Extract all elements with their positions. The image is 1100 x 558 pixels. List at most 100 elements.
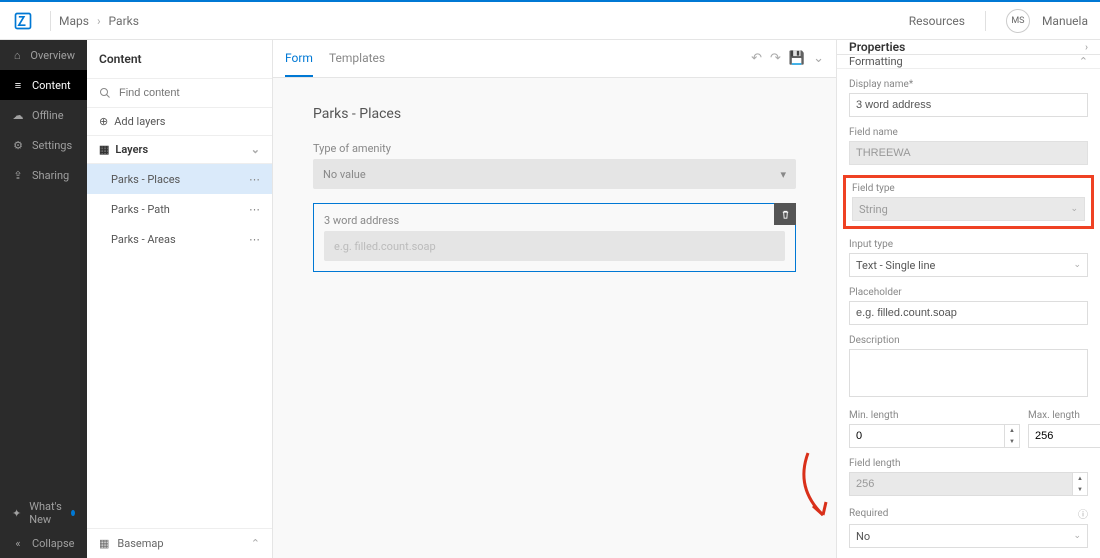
prop-label: Input type bbox=[849, 239, 1088, 250]
max-length-stepper[interactable]: ▲▼ bbox=[1028, 424, 1100, 448]
field-type-select: String ⌄ bbox=[852, 197, 1085, 221]
placeholder-input[interactable] bbox=[849, 301, 1088, 325]
user-avatar[interactable]: MS bbox=[1006, 9, 1030, 33]
nav-sharing[interactable]: ⇪ Sharing bbox=[0, 160, 87, 190]
prop-label: Required ⓘ bbox=[849, 506, 1088, 521]
step-down-icon[interactable]: ▼ bbox=[1005, 436, 1019, 447]
breadcrumb-maps[interactable]: Maps bbox=[59, 14, 89, 28]
chevron-down-icon: ⌄ bbox=[1070, 204, 1078, 214]
chevron-right-icon[interactable]: › bbox=[1085, 42, 1088, 53]
layers-section-header[interactable]: ▦ Layers ⌄ bbox=[87, 136, 272, 164]
form-panel: Form Templates ↶ ↷ 💾 ⌄ Parks - Places Ty… bbox=[273, 40, 837, 558]
input-type-select[interactable]: Text - Single line ⌄ bbox=[849, 253, 1088, 277]
field-length-stepper: ▲▼ bbox=[849, 472, 1088, 496]
megaphone-icon: ✦ bbox=[12, 507, 21, 519]
layer-parks-areas[interactable]: Parks - Areas ⋯ bbox=[87, 224, 272, 254]
layer-parks-path[interactable]: Parks - Path ⋯ bbox=[87, 194, 272, 224]
search-bar bbox=[87, 78, 272, 108]
max-length-input[interactable] bbox=[1028, 424, 1100, 448]
min-length-stepper[interactable]: ▲▼ bbox=[849, 424, 1020, 448]
description-textarea[interactable] bbox=[849, 349, 1088, 397]
breadcrumb-parks[interactable]: Parks bbox=[109, 14, 139, 28]
prop-label: Description bbox=[849, 335, 1088, 346]
formatting-section-header[interactable]: Formatting ⌃ bbox=[837, 55, 1100, 69]
add-layers-button[interactable]: ⊕ Add layers bbox=[87, 108, 272, 136]
field-length-input bbox=[849, 472, 1072, 496]
layers-label: Layers bbox=[115, 143, 148, 156]
nav-offline[interactable]: ☁ Offline bbox=[0, 100, 87, 130]
nav-overview[interactable]: ⌂ Overview bbox=[0, 40, 87, 70]
min-length-input[interactable] bbox=[849, 424, 1004, 448]
step-up-icon[interactable]: ▲ bbox=[1005, 425, 1019, 436]
form-field-amenity[interactable]: Type of amenity No value ▾ bbox=[313, 142, 796, 189]
nav-settings[interactable]: ⚙ Settings bbox=[0, 130, 87, 160]
search-input[interactable] bbox=[119, 87, 261, 99]
prop-label: Field name bbox=[849, 127, 1088, 138]
required-select[interactable]: No ⌄ bbox=[849, 524, 1088, 548]
search-icon bbox=[99, 87, 111, 99]
nav-whats-new[interactable]: ✦ What's New bbox=[0, 498, 87, 528]
highlight-annotation: Field type String ⌄ bbox=[843, 175, 1094, 229]
more-icon[interactable]: ⋯ bbox=[249, 203, 260, 216]
layer-label: Parks - Areas bbox=[111, 233, 176, 246]
prop-field-length: Field length ▲▼ bbox=[849, 458, 1088, 496]
app-logo[interactable] bbox=[12, 10, 34, 32]
nav-label: Content bbox=[32, 79, 71, 92]
chevron-down-icon: ▾ bbox=[780, 168, 786, 181]
delete-field-button[interactable] bbox=[774, 203, 796, 225]
info-icon[interactable]: ⓘ bbox=[1078, 506, 1088, 521]
chevron-down-icon: ⌄ bbox=[1073, 531, 1081, 541]
properties-panel: Properties › Formatting ⌃ Display name* … bbox=[837, 40, 1100, 558]
app-header: Maps › Parks Resources MS Manuela bbox=[0, 2, 1100, 40]
chevron-down-icon: ⌄ bbox=[251, 143, 260, 156]
chevron-down-icon: ⌄ bbox=[1073, 260, 1081, 270]
redo-icon[interactable]: ↷ bbox=[770, 51, 781, 66]
more-icon[interactable]: ⋯ bbox=[249, 233, 260, 246]
display-name-input[interactable] bbox=[849, 93, 1088, 117]
tab-templates[interactable]: Templates bbox=[329, 40, 385, 77]
layers-icon: ≡ bbox=[12, 79, 24, 91]
nav-label: Offline bbox=[32, 109, 64, 122]
prop-label: Field type bbox=[852, 183, 1085, 194]
tab-form[interactable]: Form bbox=[285, 40, 313, 77]
nav-label: What's New bbox=[29, 500, 63, 526]
field-value-select[interactable]: No value ▾ bbox=[313, 159, 796, 189]
prop-label: Display name* bbox=[849, 79, 1088, 90]
prop-label: Min. length bbox=[849, 410, 1020, 421]
nav-collapse[interactable]: « Collapse bbox=[0, 528, 87, 558]
prop-placeholder: Placeholder bbox=[849, 287, 1088, 325]
save-icon[interactable]: 💾 bbox=[789, 51, 805, 66]
plus-icon: ⊕ bbox=[99, 115, 108, 128]
nav-label: Sharing bbox=[32, 169, 69, 182]
content-panel: Content ⊕ Add layers ▦ Layers ⌄ Parks - … bbox=[87, 40, 273, 558]
prop-max-length: Max. length ▲▼ bbox=[1028, 410, 1100, 448]
prop-description: Description bbox=[849, 335, 1088, 400]
prop-min-length: Min. length ▲▼ bbox=[849, 410, 1020, 448]
formatting-label: Formatting bbox=[849, 55, 903, 68]
field-placeholder-preview[interactable]: e.g. filled.count.soap bbox=[324, 231, 785, 261]
nav-content[interactable]: ≡ Content bbox=[0, 70, 87, 100]
prop-label: Placeholder bbox=[849, 287, 1088, 298]
breadcrumb: Maps › Parks bbox=[59, 14, 139, 28]
step-down-icon: ▼ bbox=[1073, 484, 1087, 495]
form-tabs: Form Templates ↶ ↷ 💾 ⌄ bbox=[273, 40, 836, 78]
prop-display-name: Display name* bbox=[849, 79, 1088, 117]
resources-link[interactable]: Resources bbox=[909, 14, 965, 28]
nav-sidebar: ⌂ Overview ≡ Content ☁ Offline ⚙ Setting… bbox=[0, 40, 87, 558]
header-divider-2 bbox=[985, 11, 986, 31]
more-icon[interactable]: ⋯ bbox=[249, 173, 260, 186]
form-field-3word-selected[interactable]: 3 word address e.g. filled.count.soap bbox=[313, 203, 796, 272]
step-up-icon: ▲ bbox=[1073, 473, 1087, 484]
layer-parks-places[interactable]: Parks - Places ⋯ bbox=[87, 164, 272, 194]
basemap-bar[interactable]: ▦ Basemap ⌃ bbox=[87, 528, 272, 558]
undo-icon[interactable]: ↶ bbox=[751, 51, 762, 66]
prop-label: Field length bbox=[849, 458, 1088, 469]
basemap-icon: ▦ bbox=[99, 537, 109, 550]
cloud-icon: ☁ bbox=[12, 109, 24, 121]
chevron-down-icon[interactable]: ⌄ bbox=[813, 51, 824, 66]
properties-header: Properties › bbox=[837, 40, 1100, 55]
field-value: No value bbox=[323, 168, 366, 181]
chevron-right-icon: › bbox=[97, 14, 101, 28]
nav-label: Collapse bbox=[32, 537, 74, 550]
username-label: Manuela bbox=[1042, 14, 1088, 28]
